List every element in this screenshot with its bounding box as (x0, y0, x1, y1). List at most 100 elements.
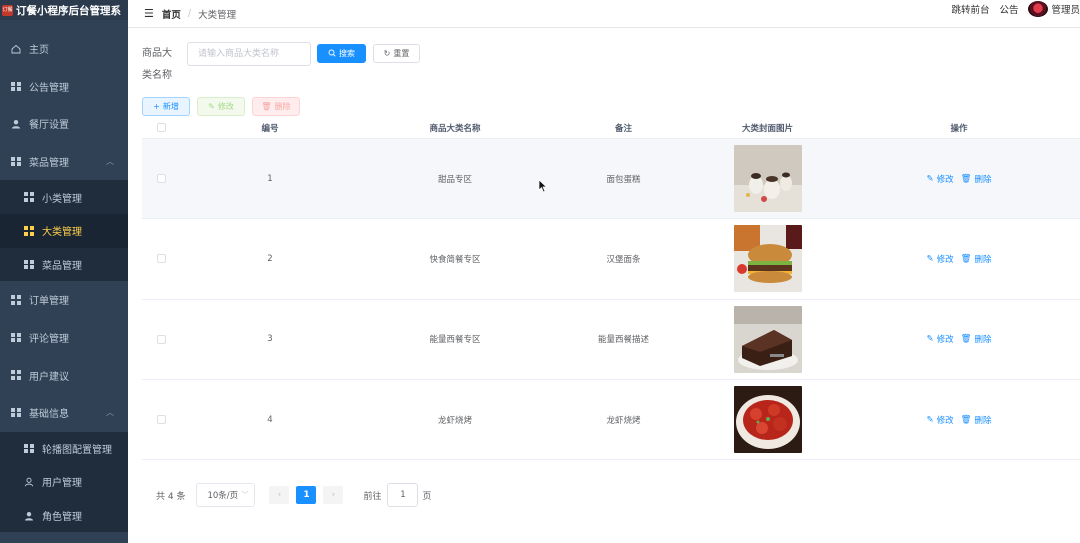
header-actions: 操作 (950, 123, 968, 134)
cell-name: 龙虾烧烤 (437, 415, 472, 426)
edit-button[interactable]: ✎ 修改 (197, 97, 245, 116)
sidebar-item-dishes[interactable]: 菜品管理 (0, 247, 128, 282)
sidebar-item-suggestions[interactable]: 用户建议 (0, 356, 128, 394)
table-row[interactable]: 4 龙虾烧烤 龙虾烧烤 ✎ 修改 🗑 删除 (142, 380, 1080, 461)
plus-icon: + (153, 102, 160, 111)
sidebar-item-basic-info[interactable]: 基础信息 ︿ (0, 394, 128, 432)
cell-image (697, 145, 838, 213)
page-size-value: 10条/页 (207, 491, 239, 501)
row-delete-link[interactable]: 🗑 删除 (961, 253, 992, 265)
sidebar-item-label: 轮播图配置管理 (42, 444, 112, 456)
row-edit-link[interactable]: ✎ 修改 (927, 253, 954, 265)
grid-icon (11, 295, 21, 305)
select-all-cell (142, 123, 180, 132)
row-delete-link[interactable]: 🗑 删除 (961, 333, 992, 345)
row-edit-link[interactable]: ✎ 修改 (927, 414, 954, 426)
home-icon (11, 44, 21, 54)
grid-icon (11, 332, 21, 343)
sidebar-item-roles[interactable]: 角色管理 (0, 498, 128, 533)
reset-button-label: 重置 (393, 49, 410, 58)
sidebar-item-label: 菜品管理 (29, 158, 69, 170)
dessert-image[interactable] (733, 145, 802, 213)
grid-icon (24, 443, 34, 454)
row-edit-link[interactable]: ✎ 修改 (927, 333, 954, 345)
notice-link[interactable]: 公告 (999, 2, 1018, 16)
cell-image (697, 386, 838, 454)
next-page-button[interactable]: › (323, 486, 344, 504)
trash-icon: 🗑 (960, 253, 972, 264)
row-delete-label: 删除 (974, 415, 992, 426)
cell-name: 快食简餐专区 (429, 254, 481, 265)
sidebar-item-carousel[interactable]: 轮播图配置管理 (0, 431, 128, 466)
cell-image (697, 305, 838, 373)
search-label: 商品大类名称 (142, 48, 172, 81)
sidebar-item-label: 订单管理 (29, 296, 69, 308)
sidebar-item-notice[interactable]: 公告管理 (0, 68, 128, 106)
search-input[interactable] (187, 42, 311, 66)
row-checkbox[interactable] (156, 254, 166, 264)
sidebar-item-subcategory[interactable]: 小类管理 (0, 180, 128, 214)
total-count: 共 4 条 (156, 491, 186, 502)
sidebar-item-dish-management[interactable]: 菜品管理 ︿ (0, 143, 128, 181)
sidebar-item-label: 评论管理 (29, 334, 69, 346)
grid-icon (11, 370, 21, 380)
prev-page-button[interactable]: ‹ (269, 486, 290, 504)
cake-image[interactable] (733, 305, 802, 373)
row-delete-link[interactable]: 🗑 删除 (961, 173, 992, 185)
row-delete-label: 删除 (974, 335, 992, 346)
app-title: 订餐小程序后台管理系 (16, 4, 121, 17)
hamburger-icon[interactable]: ☰ (144, 7, 154, 20)
sidebar-item-restaurant[interactable]: 餐厅设置 (0, 105, 128, 143)
trash-icon: 🗑 (261, 102, 272, 111)
row-delete-label: 删除 (974, 254, 992, 265)
chevron-up-icon: ︿ (106, 408, 114, 418)
sidebar-item-orders[interactable]: 订单管理 (0, 281, 128, 319)
search-icon (328, 49, 336, 59)
crayfish-image[interactable] (733, 386, 802, 454)
cell-actions: ✎ 修改 🗑 删除 (838, 333, 1080, 345)
table-row[interactable]: 3 能量西餐专区 能量西餐描述 ✎ 修改 🗑 删除 (142, 300, 1080, 380)
avatar (1028, 1, 1049, 17)
top-header: ☰ 首页 / 大类管理 跳转前台 公告 管理员 (128, 0, 1080, 28)
page-size-select[interactable]: 10条/页 ﹀ (196, 483, 256, 507)
user-menu[interactable]: 管理员 (1028, 1, 1080, 17)
row-delete-link[interactable]: 🗑 删除 (961, 414, 992, 426)
delete-button-label: 删除 (274, 102, 291, 111)
row-edit-label: 修改 (936, 335, 954, 346)
grid-icon (24, 192, 34, 202)
trash-icon: 🗑 (960, 173, 972, 184)
select-all-checkbox[interactable] (156, 123, 166, 132)
table-row[interactable]: 1 甜品专区 面包蛋糕 ✎ 修改 🗑 删除 (142, 139, 1080, 220)
delete-button[interactable]: 🗑 删除 (252, 97, 300, 116)
mouse-cursor-icon (538, 179, 548, 193)
cell-name: 甜品专区 (437, 174, 472, 185)
main-content: 商品大类名称 搜索 ↻ 重置 + 新增 ✎ 修改 🗑 删除 编号 商品大类名称 … (128, 29, 1080, 543)
sidebar-item-home[interactable]: 主页 (0, 30, 128, 68)
row-checkbox[interactable] (156, 334, 166, 344)
logo[interactable]: 订餐 订餐小程序后台管理系 (0, 0, 128, 20)
burger-image[interactable] (733, 225, 802, 293)
frontend-link[interactable]: 跳转前台 (951, 2, 989, 16)
sidebar-item-label: 基础信息 (29, 409, 69, 421)
reset-button[interactable]: ↻ 重置 (373, 44, 420, 63)
sidebar-item-users[interactable]: 用户管理 (0, 465, 128, 499)
row-checkbox[interactable] (156, 174, 166, 184)
page-number[interactable]: 1 (296, 486, 317, 504)
sidebar-item-comments[interactable]: 评论管理 (0, 319, 128, 357)
grid-icon (24, 226, 34, 236)
row-edit-link[interactable]: ✎ 修改 (927, 173, 954, 185)
add-button[interactable]: + 新增 (142, 97, 190, 116)
cell-id: 3 (267, 334, 273, 345)
sidebar-item-category[interactable]: 大类管理 (0, 213, 128, 248)
pagination: 共 4 条 10条/页 ﹀ ‹ 1 › 前往 1 页 (142, 483, 431, 507)
row-checkbox[interactable] (156, 415, 166, 425)
sidebar-item-label: 小类管理 (42, 193, 82, 205)
cell-note: 面包蛋糕 (606, 174, 641, 185)
goto-page-input[interactable]: 1 (387, 483, 419, 507)
cell-note: 能量西餐描述 (597, 335, 649, 346)
table-row[interactable]: 2 快食简餐专区 汉堡面条 ✎ 修改 🗑 删除 (142, 219, 1080, 300)
breadcrumb-home[interactable]: 首页 (162, 7, 181, 21)
chevron-up-icon: ︿ (106, 157, 114, 167)
sidebar-menu: 主页 公告管理 餐厅设置 菜品管理 ︿ 小类管理 大类管理 菜品管理 订单管理 … (0, 30, 128, 533)
search-button[interactable]: 搜索 (317, 44, 366, 63)
